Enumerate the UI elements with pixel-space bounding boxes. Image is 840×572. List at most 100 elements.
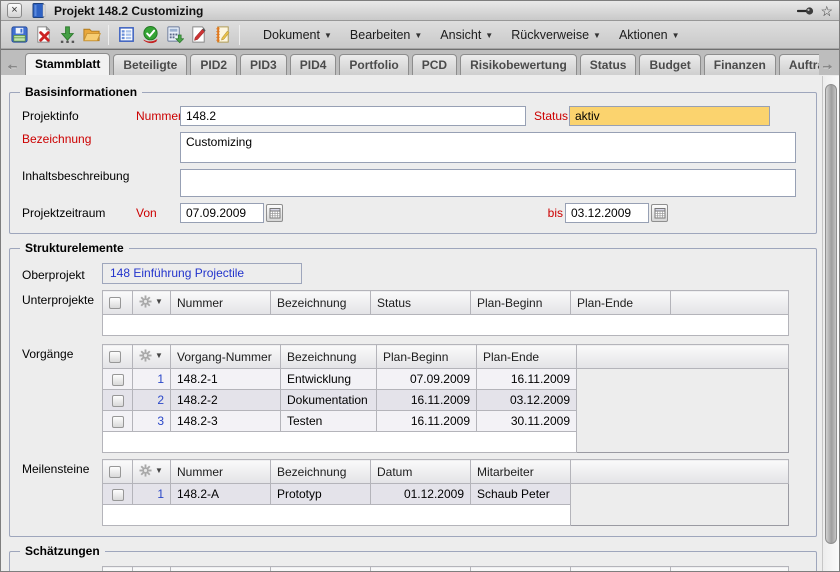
unterprojekte-label: Unterprojekte xyxy=(22,290,102,307)
menu-bearbeiten[interactable]: Bearbeiten ▼ xyxy=(350,28,422,42)
column-header-filler xyxy=(571,460,789,484)
cell-bezeichnung: Testen xyxy=(281,411,377,432)
column-header: Mitarbeiter xyxy=(471,567,571,572)
save-icon[interactable] xyxy=(7,23,31,47)
open-folder-icon[interactable] xyxy=(79,23,103,47)
vertical-scrollbar[interactable] xyxy=(822,76,839,571)
row-checkbox[interactable] xyxy=(112,395,124,407)
gear-menu[interactable]: ▼ xyxy=(133,291,171,315)
row-fertigstellung: Fertigstellung ▼ Berichtsdatum Fertigste… xyxy=(22,566,804,571)
bis-label: bis xyxy=(530,206,563,220)
calendar-icon[interactable] xyxy=(651,204,668,222)
inhaltsbeschreibung-label: Inhaltsbeschreibung xyxy=(22,169,180,183)
form-content: Basisinformationen Projektinfo Nummer St… xyxy=(1,76,822,571)
notes-icon[interactable] xyxy=(210,23,234,47)
tab-pcd[interactable]: PCD xyxy=(412,54,457,75)
cell-plan-ende: 16.11.2009 xyxy=(477,369,577,390)
vorgaenge-table: ▼ Vorgang-Nummer Bezeichnung Plan-Beginn… xyxy=(102,344,789,453)
von-date-field[interactable] xyxy=(180,203,264,223)
gear-menu[interactable]: ▼ xyxy=(133,567,171,572)
edit-icon[interactable] xyxy=(186,23,210,47)
tab-scroll-left-icon[interactable]: ← xyxy=(6,57,19,72)
row-index-link[interactable]: 1 xyxy=(133,369,171,390)
inhaltsbeschreibung-field[interactable] xyxy=(180,169,796,197)
row-oberprojekt: Oberprojekt 148 Einführung Projectile xyxy=(22,263,804,284)
menu-aktionen[interactable]: Aktionen ▼ xyxy=(619,28,680,42)
menu-label: Bearbeiten xyxy=(350,28,410,42)
chevron-down-icon: ▼ xyxy=(414,29,422,40)
row-checkbox[interactable] xyxy=(112,416,124,428)
column-header-filler xyxy=(671,567,789,572)
row-index-link[interactable]: 1 xyxy=(133,484,171,505)
bezeichnung-field[interactable]: Customizing xyxy=(180,132,796,163)
row-index-link[interactable]: 2 xyxy=(133,390,171,411)
section-strukturelemente: Strukturelemente Oberprojekt 148 Einführ… xyxy=(9,248,817,537)
gear-menu[interactable]: ▼ xyxy=(133,345,171,369)
oberprojekt-link[interactable]: 148 Einführung Projectile xyxy=(110,266,244,280)
window-title: Projekt 148.2 Customizing xyxy=(54,4,203,18)
tab-portfolio[interactable]: Portfolio xyxy=(339,54,408,75)
tab-strip: Stammblatt Beteiligte PID2 PID3 PID4 Por… xyxy=(25,53,819,75)
row-checkbox[interactable] xyxy=(112,489,124,501)
meilensteine-label: Meilensteine xyxy=(22,459,102,476)
scrollbar-thumb[interactable] xyxy=(825,84,837,544)
tab-pid4[interactable]: PID4 xyxy=(290,54,337,75)
gear-menu[interactable]: ▼ xyxy=(133,460,171,484)
delete-document-icon[interactable] xyxy=(31,23,55,47)
tab-pid2[interactable]: PID2 xyxy=(190,54,237,75)
nummer-label: Nummer xyxy=(136,109,178,123)
menu-label: Aktionen xyxy=(619,28,668,42)
calculate-icon[interactable] xyxy=(162,23,186,47)
row-unterprojekte: Unterprojekte ▼ Nummer Bezeichnung Statu… xyxy=(22,290,804,336)
gear-icon xyxy=(139,571,152,572)
cell-bezeichnung: Prototyp xyxy=(271,484,371,505)
column-header: Bezeichnung xyxy=(271,291,371,315)
table-row: 3 148.2-3 Testen 16.11.2009 30.11.2009 xyxy=(103,411,789,432)
select-all-checkbox[interactable] xyxy=(109,351,121,363)
tab-scroll-right-icon[interactable]: → xyxy=(821,57,834,72)
tab-pid3[interactable]: PID3 xyxy=(240,54,287,75)
empty-row xyxy=(103,505,789,526)
section-legend: Basisinformationen xyxy=(20,85,142,99)
title-bar: × Projekt 148.2 Customizing ☆ xyxy=(1,1,839,21)
favorite-star-icon[interactable]: ☆ xyxy=(820,4,833,18)
app-window: × Projekt 148.2 Customizing ☆ xyxy=(0,0,840,572)
nummer-field[interactable] xyxy=(180,106,526,126)
tab-beteiligte[interactable]: Beteiligte xyxy=(113,54,187,75)
menu-dokument[interactable]: Dokument ▼ xyxy=(263,28,332,42)
tab-status[interactable]: Status xyxy=(580,54,637,75)
approve-icon[interactable] xyxy=(138,23,162,47)
unterprojekte-table: ▼ Nummer Bezeichnung Status Plan-Beginn … xyxy=(102,290,789,336)
meilensteine-table: ▼ Nummer Bezeichnung Datum Mitarbeiter 1… xyxy=(102,459,789,526)
select-all-checkbox[interactable] xyxy=(109,297,121,309)
calendar-icon[interactable] xyxy=(266,204,283,222)
table-row: 1 148.2-A Prototyp 01.12.2009 Schaub Pet… xyxy=(103,484,789,505)
cell-plan-beginn: 07.09.2009 xyxy=(377,369,477,390)
section-schaetzungen: Schätzungen Fertigstellung ▼ Berichtsdat… xyxy=(9,551,817,571)
tab-budget[interactable]: Budget xyxy=(639,54,700,75)
tab-finanzen[interactable]: Finanzen xyxy=(704,54,776,75)
bis-date-field[interactable] xyxy=(565,203,649,223)
pin-icon[interactable] xyxy=(797,6,814,16)
tab-stammblatt[interactable]: Stammblatt xyxy=(25,53,110,75)
tab-risikobewertung[interactable]: Risikobewertung xyxy=(460,54,577,75)
document-icon xyxy=(32,3,46,18)
select-all-checkbox[interactable] xyxy=(109,466,121,478)
cell-nummer: 148.2-1 xyxy=(171,369,281,390)
import-icon[interactable] xyxy=(55,23,79,47)
status-field[interactable] xyxy=(569,106,770,126)
cell-nummer: 148.2-2 xyxy=(171,390,281,411)
row-projektzeitraum: Projektzeitraum Von bis xyxy=(22,203,804,223)
column-header: Plan-Ende xyxy=(571,291,671,315)
close-button[interactable]: × xyxy=(7,3,22,18)
table-row: 2 148.2-2 Dokumentation 16.11.2009 03.12… xyxy=(103,390,789,411)
projektzeitraum-label: Projektzeitraum xyxy=(22,206,136,220)
tab-auftrag[interactable]: Auftrag xyxy=(779,54,819,75)
menu-ansicht[interactable]: Ansicht ▼ xyxy=(440,28,493,42)
row-index-link[interactable]: 3 xyxy=(133,411,171,432)
row-checkbox[interactable] xyxy=(112,374,124,386)
cell-plan-beginn: 16.11.2009 xyxy=(377,411,477,432)
properties-icon[interactable] xyxy=(114,23,138,47)
menu-rueckverweise[interactable]: Rückverweise ▼ xyxy=(511,28,601,42)
empty-row xyxy=(103,315,789,336)
